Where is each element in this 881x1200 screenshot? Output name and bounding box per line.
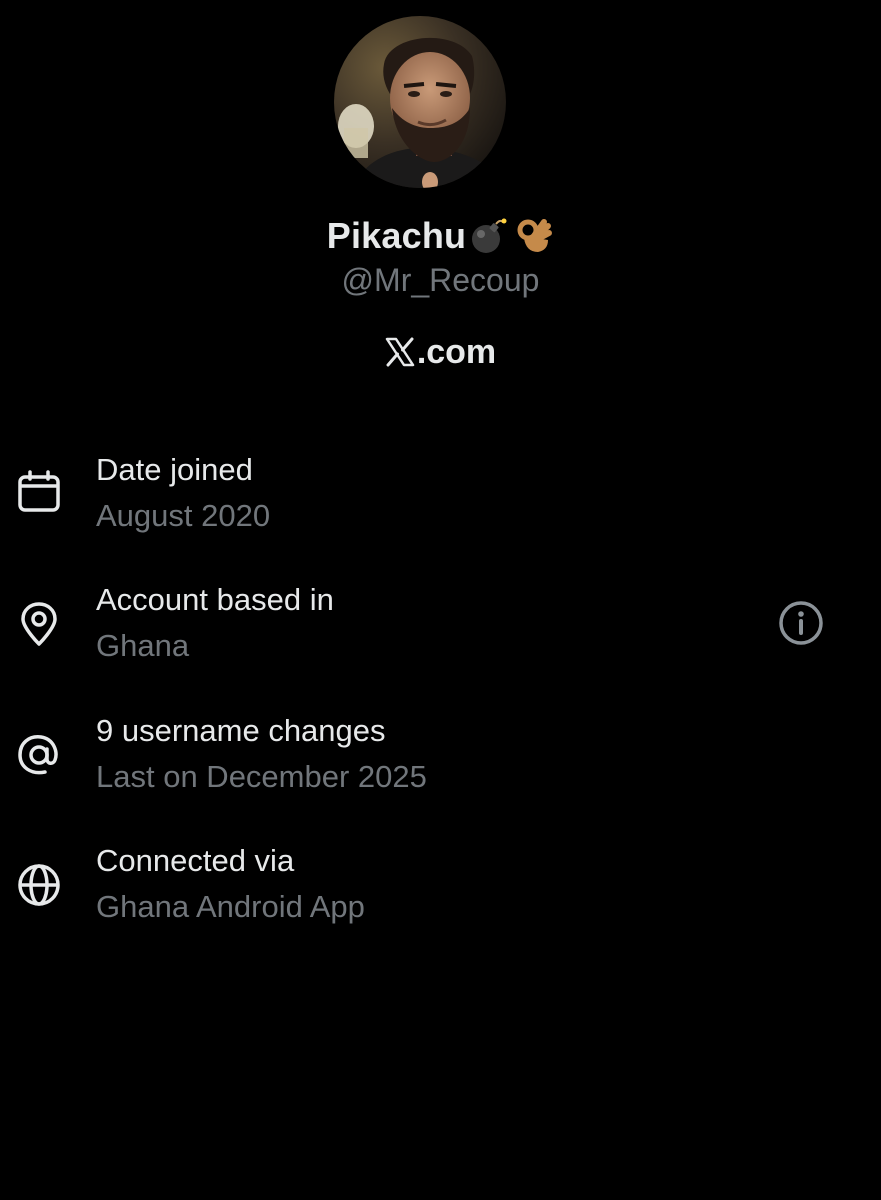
info-row-date-joined: Date joined August 2020 — [0, 452, 881, 552]
x-logo-icon — [385, 337, 415, 367]
profile-avatar[interactable] — [334, 16, 506, 188]
info-title: 9 username changes — [96, 713, 386, 748]
info-value: August 2020 — [96, 498, 271, 533]
ok-hand-icon — [514, 216, 554, 256]
info-row-account-based-in: Account based in Ghana — [0, 582, 881, 682]
info-value: Last on December 2025 — [96, 759, 427, 794]
info-row-connected-via: Connected via Ghana Android App — [0, 843, 881, 943]
location-pin-icon — [15, 600, 63, 648]
info-icon[interactable] — [776, 598, 826, 648]
calendar-icon — [15, 468, 63, 516]
info-value: Ghana — [96, 628, 190, 663]
display-name-row: Pikachu — [0, 210, 881, 262]
site-link[interactable]: .com — [0, 330, 881, 374]
site-name: .com — [416, 332, 497, 371]
info-title: Connected via — [96, 843, 295, 878]
globe-icon — [15, 861, 63, 909]
display-name: Pikachu — [326, 215, 467, 256]
info-title: Date joined — [96, 452, 253, 487]
at-sign-icon — [15, 731, 63, 779]
user-handle: @Mr_Recoup — [341, 262, 540, 298]
info-title: Account based in — [96, 582, 334, 617]
info-row-username-changes: 9 username changes Last on December 2025 — [0, 713, 881, 813]
avatar-photo — [334, 16, 506, 188]
bomb-icon — [468, 216, 508, 256]
info-value: Ghana Android App — [96, 889, 365, 924]
